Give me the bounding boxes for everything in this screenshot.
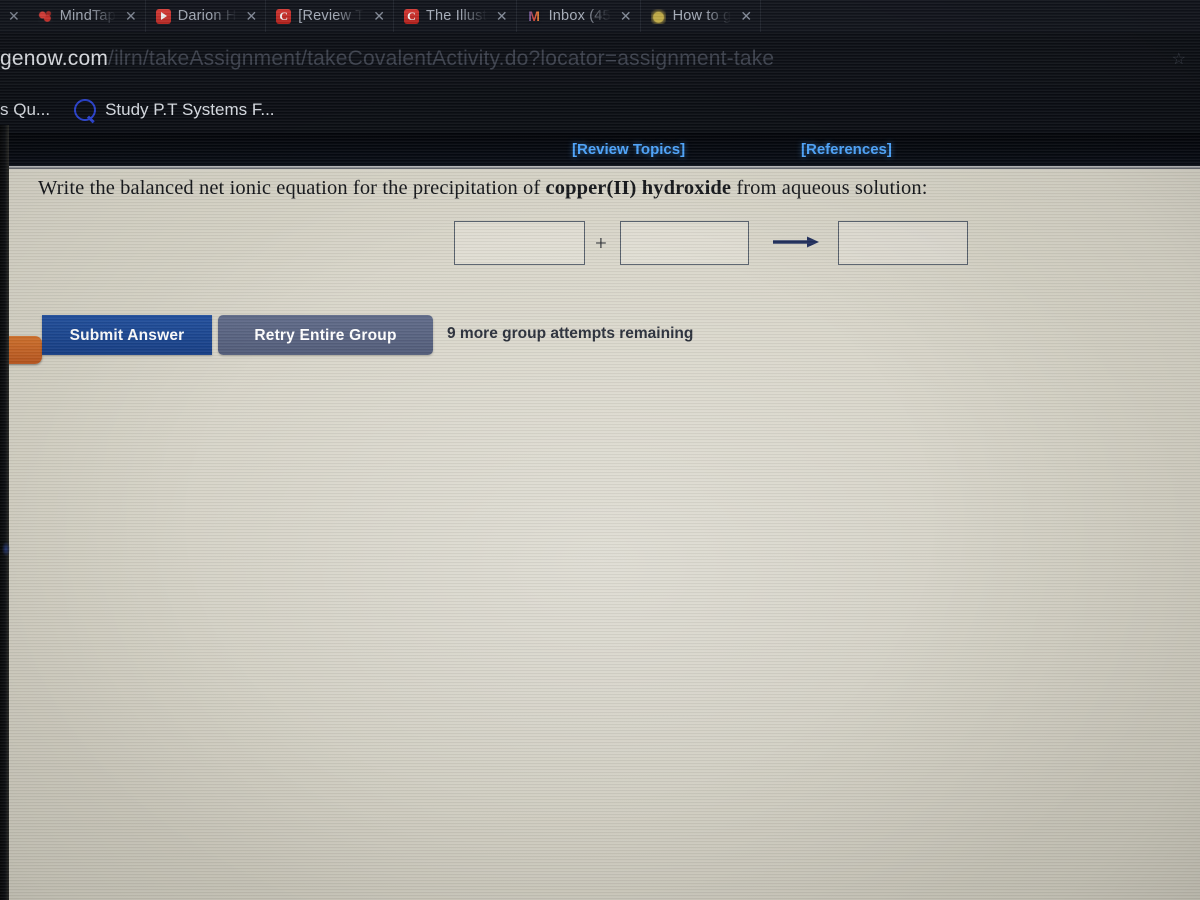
submit-answer-button[interactable]: Submit Answer [42, 315, 212, 355]
question-compound-name: copper(II) hydroxide [545, 177, 732, 199]
content-top-edge-glare [0, 166, 1200, 171]
bookmark-item-qu[interactable]: s Qu... [0, 100, 50, 120]
address-bar[interactable]: genow.com/ilrn/takeAssignment/takeCovale… [0, 32, 1200, 86]
equation-entry-row: + [0, 221, 1200, 277]
chegg-icon: C [276, 8, 292, 24]
browser-tab-darion[interactable]: Darion H ✕ [146, 0, 267, 32]
browser-tab-illustrated[interactable]: C The Illust ✕ [394, 0, 517, 32]
tab-title: Inbox (45 [548, 8, 611, 24]
attempts-remaining-text: 9 more group attempts remaining [447, 325, 694, 342]
action-button-row: Submit Answer Retry Entire Group 9 more … [0, 315, 1200, 364]
mindtap-icon [37, 8, 53, 24]
browser-tab-strip: ✕ MindTap ✕ Darion H ✕ C [Review T ✕ C T… [0, 0, 1200, 32]
monitor-photo-screen: ✕ MindTap ✕ Darion H ✕ C [Review T ✕ C T… [0, 0, 1200, 900]
bookmark-label: Study P.T Systems F... [105, 99, 275, 119]
bookmark-label: s Qu... [0, 99, 51, 119]
assignment-content: Write the balanced net ionic equation fo… [0, 169, 1200, 900]
browser-tab-mindtap[interactable]: MindTap ✕ [28, 0, 146, 32]
tab-close-icon-partial[interactable]: ✕ [0, 8, 28, 25]
reaction-arrow-icon [773, 236, 819, 248]
screen-bezel-edge [0, 125, 9, 900]
page-top-dark-strip: [Review Topics] [References] [0, 133, 1200, 169]
browser-tab-inbox[interactable]: Inbox (45 ✕ [517, 0, 641, 32]
photo-artifact-speck [2, 542, 10, 556]
tab-title: The Illust [425, 8, 487, 24]
tab-title: MindTap [59, 8, 116, 24]
reactant-2-input[interactable] [620, 221, 749, 265]
chegg-icon: C [403, 8, 419, 24]
close-icon[interactable]: ✕ [244, 8, 258, 25]
tab-title: Darion H [177, 8, 237, 24]
tab-title: How to g [672, 8, 732, 24]
close-icon[interactable]: ✕ [618, 8, 632, 25]
plus-sign: + [595, 231, 607, 255]
browser-tab-howto[interactable]: How to g ✕ [641, 0, 762, 32]
gmail-icon [526, 8, 542, 24]
close-icon[interactable]: ✕ [123, 8, 137, 25]
url-text[interactable]: genow.com/ilrn/takeAssignment/takeCovale… [0, 47, 774, 71]
url-path: /ilrn/takeAssignment/takeCovalentActivit… [108, 47, 775, 70]
question-prompt: Write the balanced net ionic equation fo… [38, 177, 1158, 200]
close-icon[interactable]: ✕ [371, 8, 385, 25]
bookmarks-bar: s Qu... Study P.T Systems F... [0, 86, 1200, 133]
youtube-icon [155, 8, 171, 24]
question-suffix: from aqueous solution: [731, 177, 928, 199]
retry-entire-group-button[interactable]: Retry Entire Group [218, 315, 433, 355]
reactant-1-input[interactable] [454, 221, 585, 265]
tab-title: [Review T [298, 8, 365, 24]
browser-chrome: ✕ MindTap ✕ Darion H ✕ C [Review T ✕ C T… [0, 0, 1200, 133]
references-link[interactable]: [References] [801, 141, 892, 158]
close-icon[interactable]: ✕ [738, 8, 752, 25]
bookmark-star-icon[interactable]: ☆ [1172, 49, 1186, 69]
url-host: genow.com [0, 47, 109, 70]
generic-site-icon [650, 8, 666, 24]
product-input[interactable] [838, 221, 968, 265]
close-icon[interactable]: ✕ [494, 8, 508, 25]
quizlet-q-icon [74, 98, 97, 121]
question-prefix: Write the balanced net ionic equation fo… [38, 177, 546, 199]
browser-tab-review[interactable]: C [Review T ✕ [266, 0, 394, 32]
bookmark-item-study-pt-systems[interactable]: Study P.T Systems F... [74, 98, 275, 121]
review-topics-link[interactable]: [Review Topics] [572, 141, 685, 158]
